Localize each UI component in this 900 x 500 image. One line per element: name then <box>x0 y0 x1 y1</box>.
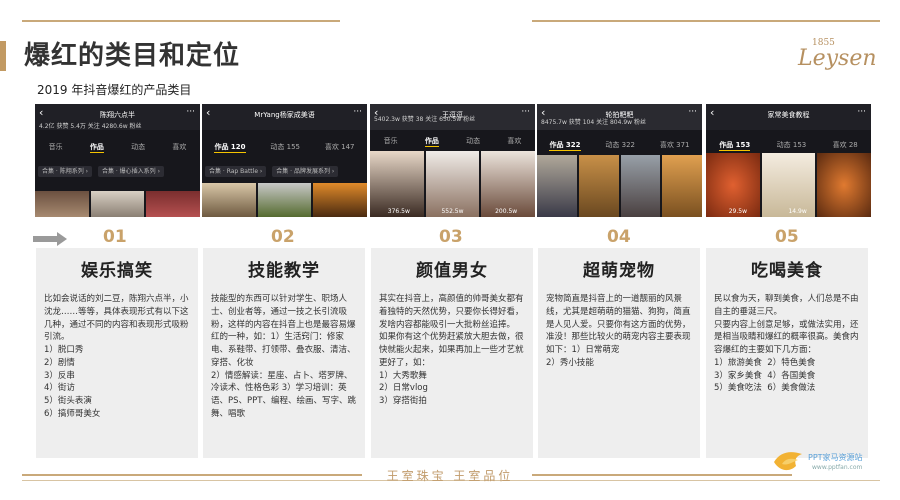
video-thumbnail <box>146 191 200 217</box>
screenshot-tab: 作品 <box>424 137 439 147</box>
video-thumbnails <box>537 155 702 217</box>
screenshot-tabs: 作品 120 动态 155 喜欢 147 <box>202 142 367 153</box>
more-icon: ··· <box>857 107 866 117</box>
video-view-counts: 376.5w 552.5w 200.5w <box>372 208 533 215</box>
card-title: 吃喝美食 <box>751 261 823 281</box>
screenshot-tabs: 作品 153 动态 153 喜欢 28 <box>706 140 871 151</box>
category-number-04: 04 <box>607 227 631 247</box>
bird-icon <box>774 452 802 471</box>
screenshot-tab: 喜欢 371 <box>659 141 690 149</box>
video-thumbnail <box>620 155 661 217</box>
arrow-right-icon <box>33 232 67 246</box>
category-number-05: 05 <box>775 227 799 247</box>
screenshot-tab: 喜欢 147 <box>324 143 355 151</box>
card-title: 超萌宠物 <box>583 261 655 281</box>
footer-slogan: 王室珠宝 王室品位 <box>386 469 514 483</box>
card-title: 技能教学 <box>248 261 320 281</box>
category-card-food: 吃喝美食 民以食为天，聊到美食，人们总是不由自主的垂涎三尺。 只要内容上创意足够… <box>706 248 868 458</box>
screenshot-tab: 动态 155 <box>270 143 301 151</box>
app-screenshot-3: ‹ 王逗逗 ··· 5402.3w 获赞 38 关注 650.5w 粉丝 音乐 … <box>370 104 535 217</box>
top-divider-left <box>22 20 340 22</box>
screenshot-tab: 动态 <box>466 137 481 145</box>
subtitle: 2019 年抖音爆红的产品类目 <box>37 83 192 97</box>
title-accent-bar <box>0 41 6 71</box>
more-icon: ··· <box>353 107 362 117</box>
brand-logo: 1855 Leysen <box>780 38 880 72</box>
card-body: 宠物简直是抖音上的一道靓丽的风景线，尤其是超萌萌的猫猫、狗狗，简直是人见人爱。只… <box>546 294 691 368</box>
watermark: PPT家马资源站 www.pptfan.com <box>772 446 882 480</box>
card-body: 比如会说话的刘二豆，陈翔六点半，小沈龙……等等，具体表现形式有以下这几种，通过不… <box>44 294 189 419</box>
card-title: 颜值男女 <box>416 261 488 281</box>
screenshot-tab: 作品 <box>89 143 104 153</box>
video-thumbnail <box>202 183 256 217</box>
collection-tag: 合集 · Rap Battle › <box>205 166 267 177</box>
video-thumbnails <box>35 191 200 217</box>
more-icon: ··· <box>521 107 530 117</box>
category-card-looks: 颜值男女 其实在抖音上，高颜值的帅哥美女都有着独特的天然优势，只要你长得好看，发… <box>371 248 533 458</box>
watermark-url: www.pptfan.com <box>812 464 863 471</box>
screenshot-tab: 音乐 <box>48 143 63 151</box>
app-screenshot-1: ‹ 陈翔六点半 ··· 4.2亿 获赞 5.4万 关注 4280.6w 粉丝 音… <box>35 104 200 217</box>
video-thumbnail <box>578 155 619 217</box>
video-thumbnail <box>90 191 145 217</box>
account-stats: 4.2亿 获赞 5.4万 关注 4280.6w 粉丝 <box>39 123 142 130</box>
screenshot-tab: 作品 322 <box>549 141 581 151</box>
card-body: 其实在抖音上，高颜值的帅哥美女都有着独特的天然优势，只要你长得好看，发啥内容都能… <box>379 294 524 406</box>
video-thumbnail <box>537 155 577 217</box>
screenshot-tab: 喜欢 <box>172 143 187 151</box>
screenshot-tabs: 音乐 作品 动态 喜欢 <box>370 136 535 147</box>
account-stats: 8475.7w 获赞 104 关注 804.9w 粉丝 <box>541 119 646 126</box>
screenshot-tabs: 作品 322 动态 322 喜欢 371 <box>537 140 702 151</box>
screenshot-tabs: 音乐 作品 动态 喜欢 <box>35 142 200 153</box>
screenshot-tab: 喜欢 <box>507 137 522 145</box>
card-body: 技能型的东西可以针对学生、职场人士、创业者等，通过一技之长引流吸粉，这样的内容在… <box>211 294 356 419</box>
brand-name: Leysen <box>798 46 877 71</box>
screenshot-tab: 作品 153 <box>719 141 751 151</box>
screenshot-tab: 动态 153 <box>776 141 807 149</box>
category-number-03: 03 <box>439 227 463 247</box>
video-thumbnail <box>35 191 89 217</box>
more-icon: ··· <box>186 107 195 117</box>
view-count: 14.9w <box>788 208 807 215</box>
category-number-01: 01 <box>103 227 127 247</box>
view-count: 376.5w <box>387 208 410 215</box>
view-count: 552.5w <box>441 208 464 215</box>
video-thumbnails <box>202 183 367 217</box>
app-screenshot-5: ‹ 家常美食教程 ··· 作品 153 动态 153 喜欢 28 29.5w 1… <box>706 104 871 217</box>
screenshot-tab: 音乐 <box>383 137 398 145</box>
account-name: 陈翔六点半 <box>100 111 135 119</box>
category-number-02: 02 <box>271 227 295 247</box>
more-icon: ··· <box>688 107 697 117</box>
screenshot-tab: 作品 120 <box>214 143 246 153</box>
video-thumbnail <box>313 183 367 217</box>
video-view-counts: 29.5w 14.9w <box>708 208 869 215</box>
screenshot-tab: 动态 322 <box>605 141 636 149</box>
account-stats: 5402.3w 获赞 38 关注 650.5w 粉丝 <box>374 116 476 123</box>
top-divider-right <box>532 20 880 22</box>
account-name: 家常美食教程 <box>767 111 810 119</box>
category-card-pets: 超萌宠物 宠物简直是抖音上的一道靓丽的风景线，尤其是超萌萌的猫猫、狗狗，简直是人… <box>538 248 700 458</box>
watermark-title: PPT家马资源站 <box>808 453 863 462</box>
category-card-entertainment: 娱乐搞笑 比如会说话的刘二豆，陈翔六点半，小沈龙……等等，具体表现形式有以下这几… <box>36 248 198 458</box>
app-screenshot-2: ‹ MrYang杨家成美语 ··· 作品 120 动态 155 喜欢 147 合… <box>202 104 367 217</box>
collection-tag: 合集 · 品牌发展系列 › <box>272 166 339 177</box>
view-count: 29.5w <box>728 208 748 215</box>
screenshot-tags: 合集 · Rap Battle › 合集 · 品牌发展系列 › <box>205 166 342 177</box>
card-title: 娱乐搞笑 <box>81 261 153 281</box>
account-name: MrYang杨家成美语 <box>254 111 315 119</box>
screenshot-tab: 动态 <box>131 143 146 151</box>
page-title: 爆红的类目和定位 <box>24 41 241 71</box>
category-card-skills: 技能教学 技能型的东西可以针对学生、职场人士、创业者等，通过一技之长引流吸粉，这… <box>203 248 365 458</box>
card-body: 民以食为天，聊到美食，人们总是不由自主的垂涎三尺。 只要内容上创意足够，或做法实… <box>714 294 859 394</box>
collection-tag: 合集 · 爆心插入系列 › <box>97 166 164 177</box>
view-count: 200.5w <box>495 208 518 215</box>
app-screenshot-4: ‹ 轮拍粑粑 ··· 8475.7w 获赞 104 关注 804.9w 粉丝 作… <box>537 104 702 217</box>
screenshot-tab: 喜欢 28 <box>832 141 858 149</box>
screenshot-tags: 合集 · 陈翔系列 › 合集 · 爆心插入系列 › <box>38 166 168 177</box>
video-thumbnail <box>662 155 702 217</box>
collection-tag: 合集 · 陈翔系列 › <box>38 166 93 177</box>
video-thumbnail <box>257 183 312 217</box>
